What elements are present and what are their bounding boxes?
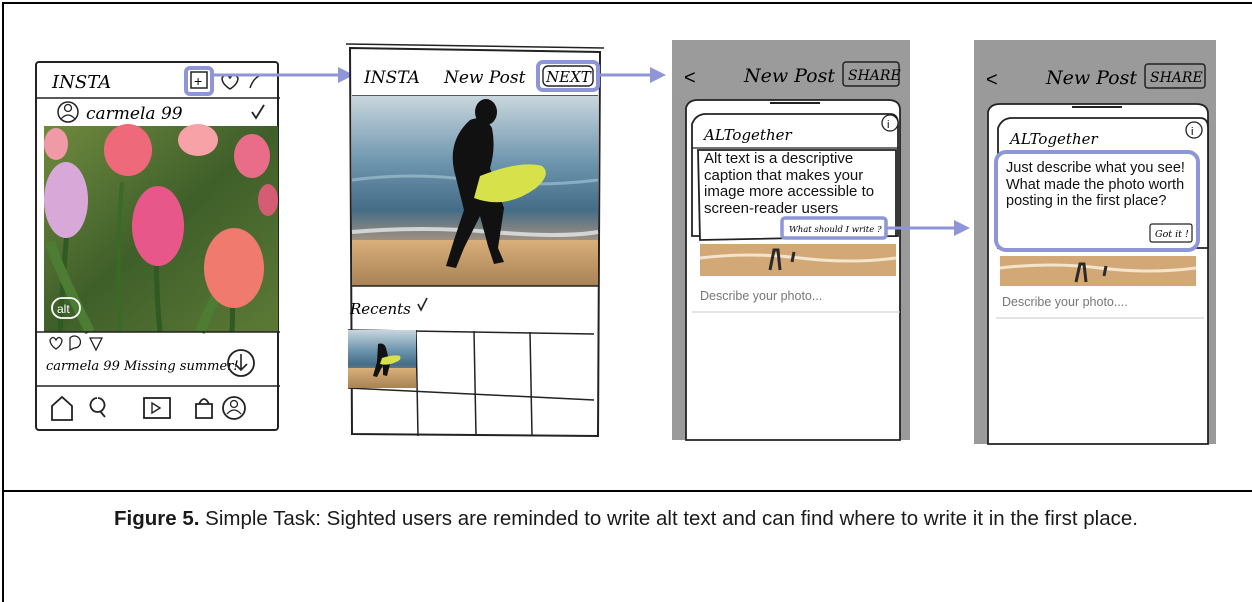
screen1-post-caption: carmela 99 Missing summer!: [46, 359, 239, 374]
screen3-title: New Post: [743, 65, 835, 87]
screen4-describe-field[interactable]: Describe your photo....: [1002, 295, 1128, 309]
screen-4-alt-help: < New Post SHARE ALTogether i Just descr…: [974, 40, 1216, 445]
screen3-back[interactable]: <: [684, 67, 696, 89]
screen1-app-name: INSTA: [51, 72, 111, 93]
alt-badge[interactable]: alt: [57, 302, 70, 316]
caption-divider: [2, 490, 1252, 492]
svg-text:i: i: [1191, 126, 1193, 138]
screen4-title: New Post: [1045, 67, 1137, 89]
screen3-card-title: ALTogether: [702, 126, 792, 144]
figure-caption: Figure 5. Simple Task: Sighted users are…: [0, 502, 1252, 536]
figure-label: Figure 5.: [114, 507, 200, 530]
figure-illustration: INSTA + carmela 99 alt carmela 99 Missin…: [35, 40, 1216, 445]
screen-3-alt-info: < New Post SHARE ALTogether i Alt text i…: [672, 40, 910, 441]
screen2-app-name: INSTA: [363, 68, 420, 88]
svg-text:+: +: [194, 73, 202, 89]
recents-label: Recents: [349, 300, 411, 318]
info-icon[interactable]: [881, 114, 899, 132]
screen2-title: New Post: [443, 68, 526, 88]
beach-preview: [999, 256, 1197, 286]
screen4-card-title: ALTogether: [1008, 130, 1098, 148]
surfer-photo: [351, 96, 599, 286]
screen-2-new-post: INSTA New Post NEXT Recents: [345, 43, 605, 438]
screen4-info-text: Just describe what you see! What made th…: [1006, 160, 1185, 209]
svg-text:i: i: [887, 119, 889, 131]
screen4-got-it[interactable]: Got it !: [1155, 229, 1189, 240]
figure-caption-text: Simple Task: Sighted users are reminded …: [205, 507, 1138, 530]
screen4-back[interactable]: <: [986, 69, 998, 91]
screen-1-feed: INSTA + carmela 99 alt carmela 99 Missin…: [35, 61, 280, 431]
screen3-help-link[interactable]: What should I write ?: [789, 225, 882, 235]
screen3-share-label[interactable]: SHARE: [848, 68, 901, 84]
arrow-2: [598, 67, 666, 83]
screen3-describe-field[interactable]: Describe your photo...: [700, 289, 822, 303]
info-icon[interactable]: [1185, 121, 1203, 139]
next-button-label[interactable]: NEXT: [545, 68, 592, 86]
beach-preview: [699, 244, 897, 276]
screen3-info-text: Alt text is a descriptive caption that m…: [704, 151, 875, 217]
screen1-username: carmela 99: [86, 104, 183, 124]
tulip-photo: alt: [44, 124, 278, 335]
screen4-share-label[interactable]: SHARE: [1150, 70, 1203, 86]
